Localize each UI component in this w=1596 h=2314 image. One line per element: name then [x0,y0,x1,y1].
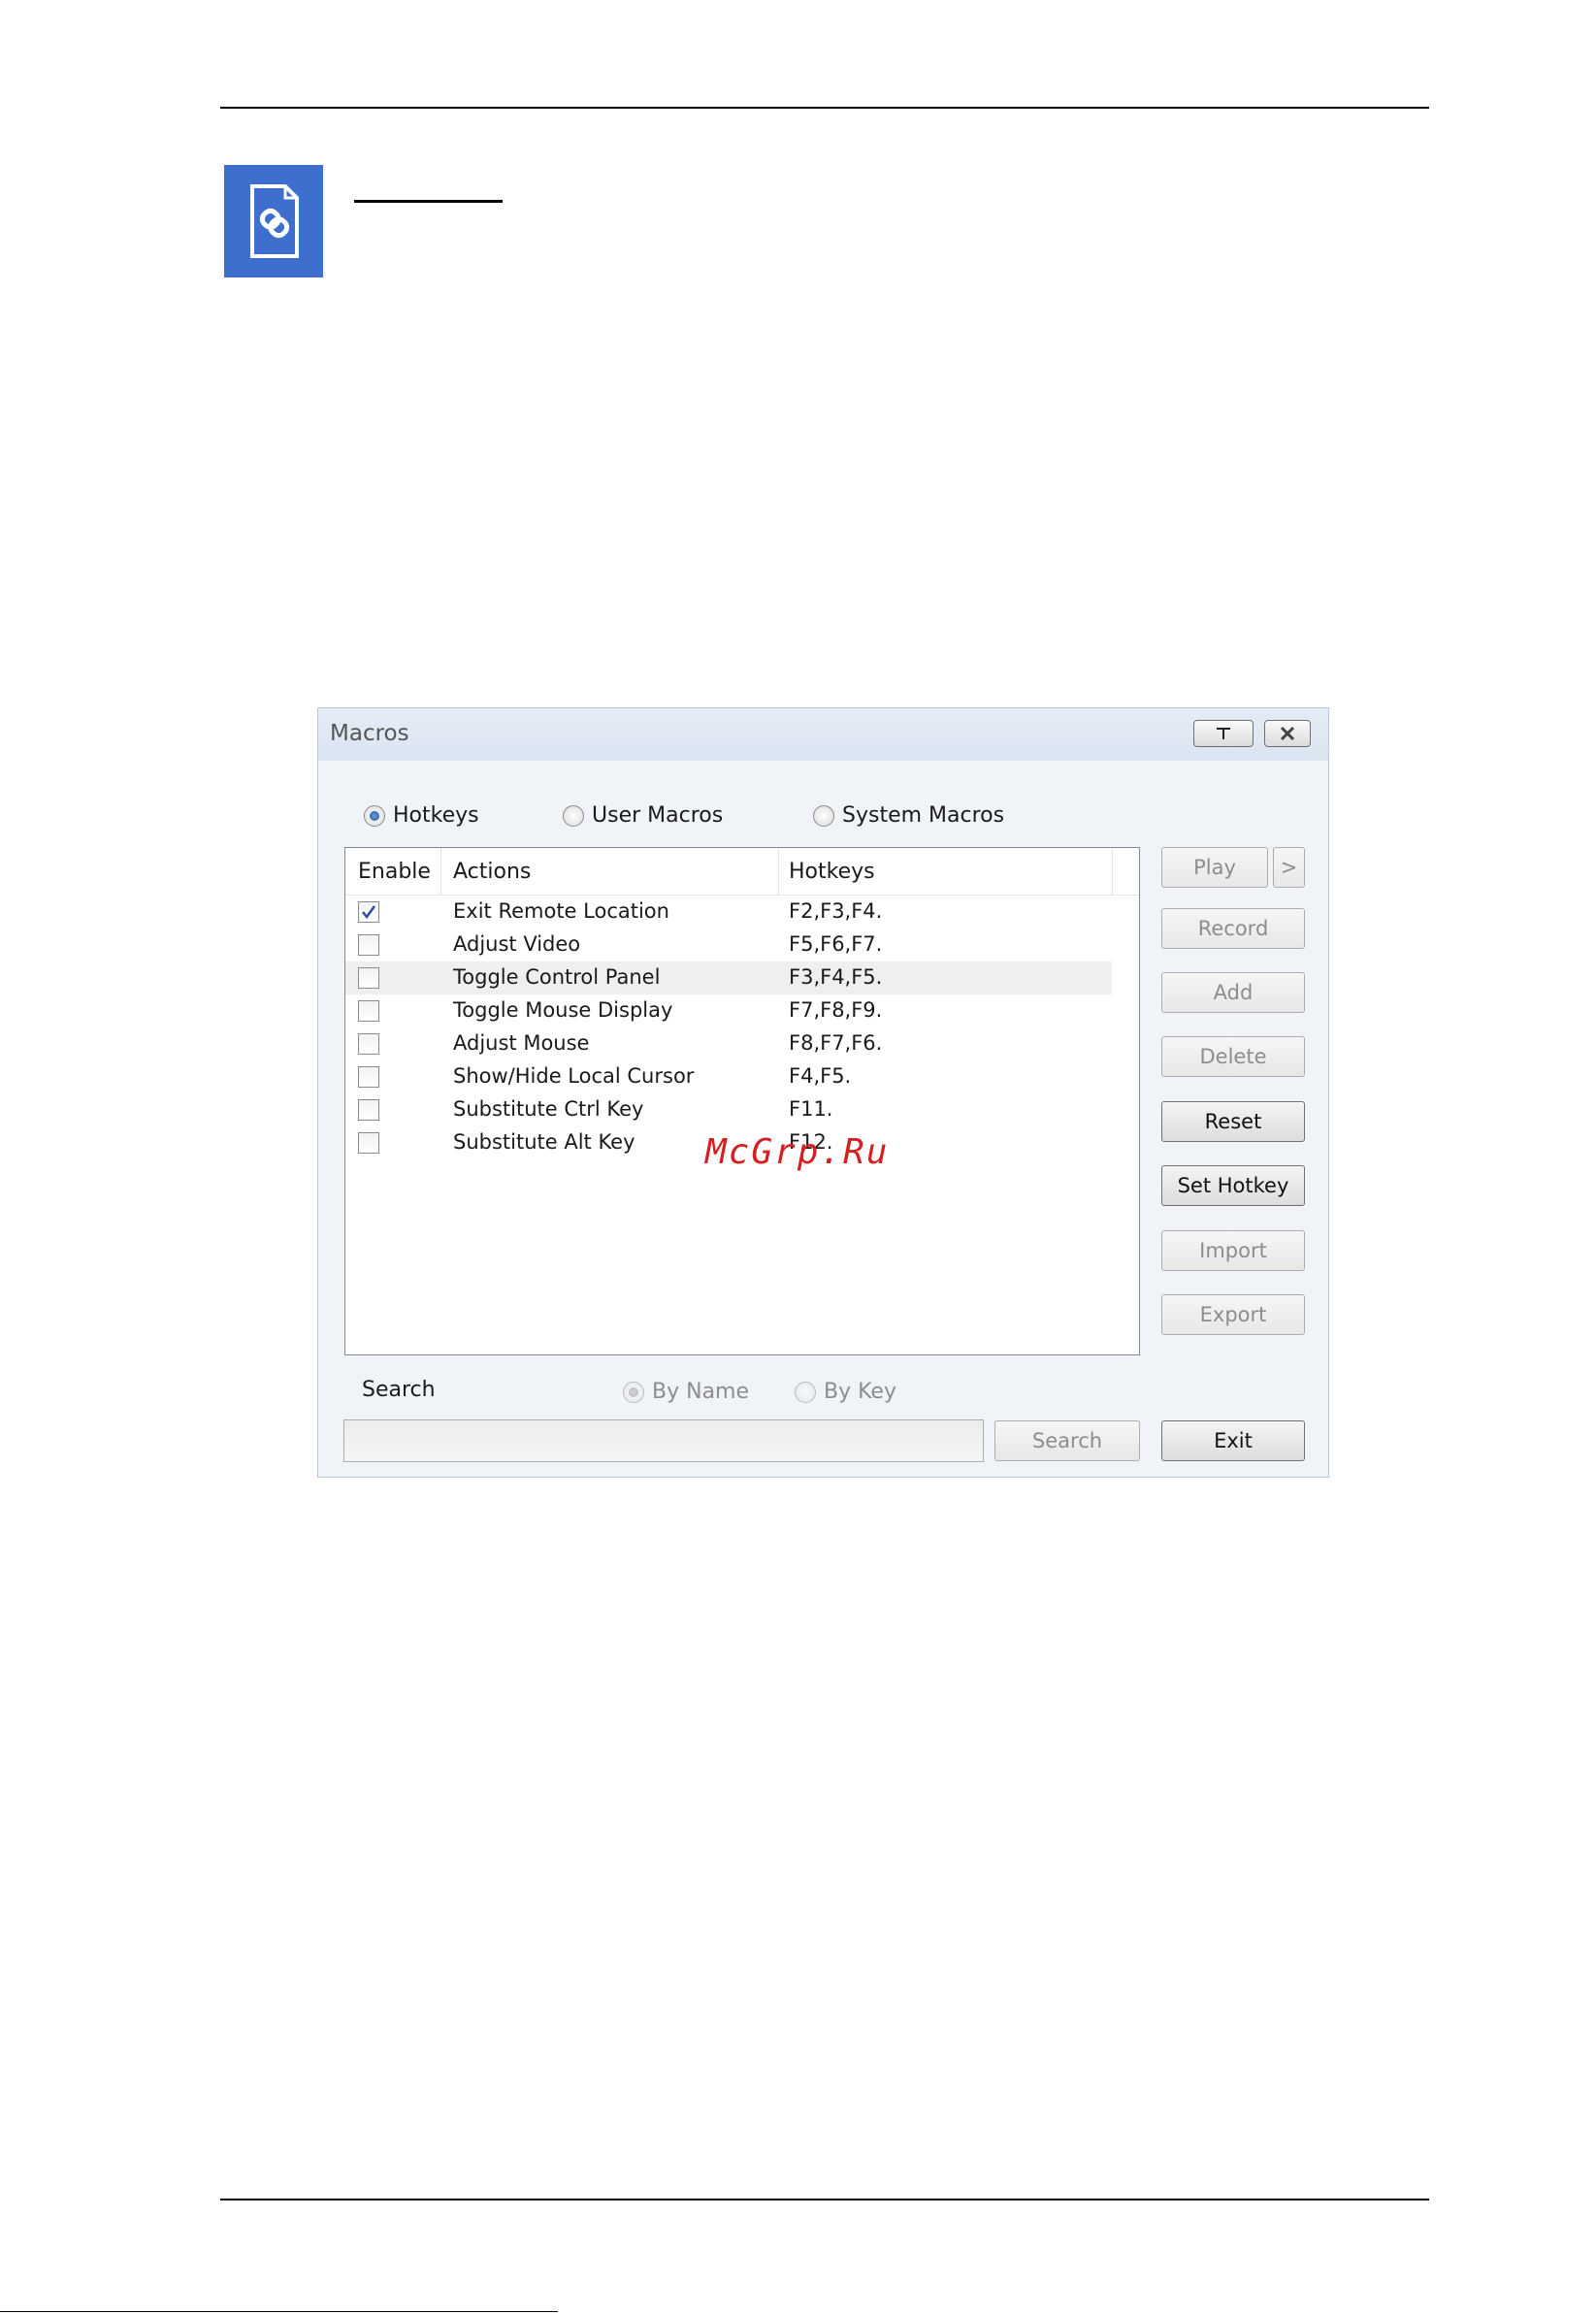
search-button[interactable]: Search [994,1420,1140,1461]
footer-rule [220,2199,1429,2200]
radio-label: By Name [652,1380,750,1404]
action-cell: Substitute Ctrl Key [453,1097,644,1121]
action-cell: Toggle Mouse Display [453,998,673,1022]
enable-checkbox[interactable] [358,934,379,956]
mode-label: Hotkeys [393,803,479,828]
hotkey-cell: F11. [789,1097,833,1121]
enable-checkbox[interactable] [358,1132,379,1154]
column-separator[interactable] [778,848,779,895]
macro-link-icon [224,165,323,277]
hotkeys-list[interactable]: Enable Actions Hotkeys Exit Remote Locat… [344,847,1140,1355]
enable-checkbox[interactable] [358,1066,379,1088]
list-header: Enable Actions Hotkeys [345,848,1139,896]
radio-indicator [563,804,584,827]
radio-label: By Key [824,1380,896,1404]
enable-checkbox[interactable] [358,967,379,989]
col-hotkeys[interactable]: Hotkeys [789,860,875,884]
add-button[interactable]: Add [1161,972,1305,1013]
action-cell: Exit Remote Location [453,899,669,923]
table-row[interactable]: Adjust Mouse F8,F7,F6. [345,1027,1112,1060]
col-actions[interactable]: Actions [453,860,531,884]
section-heading-underline [354,200,503,203]
mode-label: User Macros [592,803,724,828]
radio-indicator [364,804,385,827]
column-separator[interactable] [440,848,441,895]
table-row[interactable]: Show/Hide Local Cursor F4,F5. [345,1060,1112,1093]
import-button[interactable]: Import [1161,1230,1305,1271]
title-bar: Macros [318,708,1328,761]
macros-dialog: Macros Hotkeys User Macros System Macros… [317,707,1329,1478]
mode-hotkeys-radio[interactable]: Hotkeys [364,803,479,828]
search-label: Search [362,1378,436,1402]
radio-indicator [813,804,834,827]
delete-button[interactable]: Delete [1161,1036,1305,1077]
mode-system-macros-radio[interactable]: System Macros [813,803,1004,828]
col-enable[interactable]: Enable [358,860,431,884]
hotkey-cell: F3,F4,F5. [789,965,883,989]
watermark: McGrp.Ru [705,1132,890,1172]
action-cell: Substitute Alt Key [453,1130,635,1154]
pin-icon [1217,728,1230,739]
action-cell: Show/Hide Local Cursor [453,1064,695,1088]
action-cell: Adjust Video [453,932,581,956]
play-options-button[interactable]: > [1273,847,1305,888]
table-row-highlighted[interactable]: Toggle Control Panel F3,F4,F5. [345,961,1112,994]
hotkey-cell: F4,F5. [789,1064,852,1088]
close-button[interactable] [1264,720,1311,747]
export-button[interactable]: Export [1161,1294,1305,1335]
mode-user-macros-radio[interactable]: User Macros [563,803,723,828]
header-rule [220,107,1429,109]
check-icon [362,905,376,920]
mode-label: System Macros [842,803,1005,828]
enable-checkbox[interactable] [358,901,379,923]
search-by-key-radio[interactable]: By Key [795,1380,896,1404]
column-separator [1112,848,1113,895]
radio-indicator [623,1381,644,1403]
enable-checkbox[interactable] [358,1099,379,1121]
table-row[interactable]: Exit Remote Location F2,F3,F4. [345,896,1112,929]
enable-checkbox[interactable] [358,1033,379,1055]
search-input[interactable] [343,1419,984,1462]
hotkey-cell: F8,F7,F6. [789,1031,883,1055]
table-row[interactable]: Substitute Ctrl Key F11. [345,1093,1112,1126]
footnote-rule [0,2311,558,2312]
set-hotkey-button[interactable]: Set Hotkey [1161,1165,1305,1206]
radio-indicator [795,1381,816,1403]
action-cell: Adjust Mouse [453,1031,590,1055]
hotkey-cell: F7,F8,F9. [789,998,883,1022]
reset-button[interactable]: Reset [1161,1101,1305,1142]
enable-checkbox[interactable] [358,1000,379,1022]
record-button[interactable]: Record [1161,908,1305,949]
table-row[interactable]: Toggle Mouse Display F7,F8,F9. [345,994,1112,1027]
close-icon [1280,726,1295,741]
exit-button[interactable]: Exit [1161,1420,1305,1461]
hotkey-cell: F5,F6,F7. [789,932,883,956]
hotkey-cell: F2,F3,F4. [789,899,883,923]
dialog-title: Macros [330,721,409,746]
table-row[interactable]: Adjust Video F5,F6,F7. [345,929,1112,961]
play-button[interactable]: Play [1161,847,1268,888]
pin-button[interactable] [1193,720,1254,747]
search-by-name-radio[interactable]: By Name [623,1380,749,1404]
action-cell: Toggle Control Panel [453,965,661,989]
